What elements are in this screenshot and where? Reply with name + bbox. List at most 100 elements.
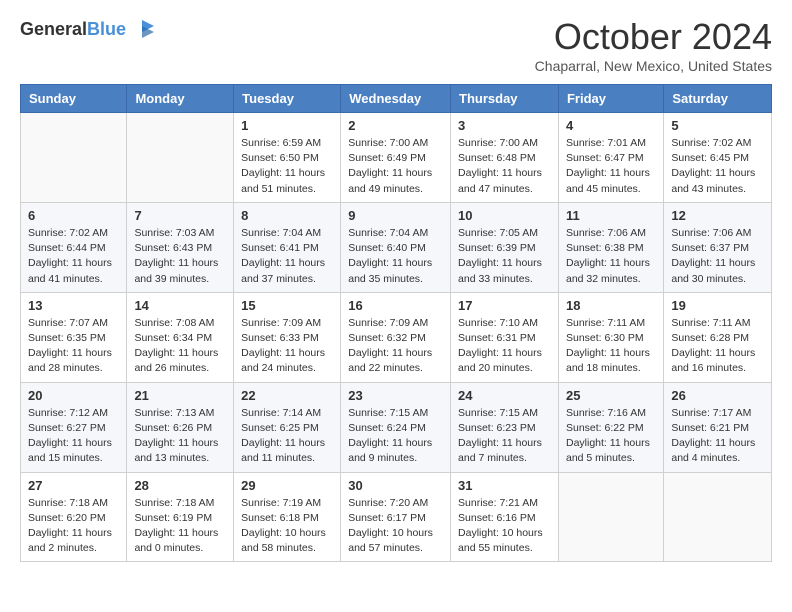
calendar-cell: 24 Sunrise: 7:15 AMSunset: 6:23 PMDayligh…: [451, 382, 559, 472]
day-number: 21: [134, 388, 226, 403]
calendar-cell: 1Sunrise: 6:59 AMSunset: 6:50 PMDaylight…: [234, 113, 341, 203]
day-info: Sunrise: 7:00 AMSunset: 6:48 PMDaylight:…: [458, 136, 551, 197]
calendar-cell: 22 Sunrise: 7:14 AMSunset: 6:25 PMDayligh…: [234, 382, 341, 472]
day-info: Sunrise: 7:17 AMSunset: 6:21 PMDaylight:…: [671, 406, 764, 467]
day-number: 31: [458, 478, 551, 493]
day-info: Sunrise: 7:02 AMSunset: 6:45 PMDaylight:…: [671, 136, 764, 197]
day-info: Sunrise: 7:05 AMSunset: 6:39 PMDaylight:…: [458, 226, 551, 287]
day-info: Sunrise: 7:04 AMSunset: 6:41 PMDaylight:…: [241, 226, 333, 287]
day-number: 26: [671, 388, 764, 403]
day-number: 25: [566, 388, 656, 403]
day-number: 1: [241, 118, 333, 133]
day-info: Sunrise: 7:13 AMSunset: 6:26 PMDaylight:…: [134, 406, 226, 467]
day-info: Sunrise: 7:18 AMSunset: 6:20 PMDaylight:…: [28, 496, 119, 557]
calendar-week-1: 1Sunrise: 6:59 AMSunset: 6:50 PMDaylight…: [21, 113, 772, 203]
day-info: Sunrise: 7:01 AMSunset: 6:47 PMDaylight:…: [566, 136, 656, 197]
day-number: 9: [348, 208, 443, 223]
calendar-cell: 21 Sunrise: 7:13 AMSunset: 6:26 PMDayligh…: [127, 382, 234, 472]
calendar-week-2: 6Sunrise: 7:02 AMSunset: 6:44 PMDaylight…: [21, 202, 772, 292]
day-number: 8: [241, 208, 333, 223]
calendar-cell: 23Sunrise: 7:15 AMSunset: 6:24 PMDayligh…: [341, 382, 451, 472]
calendar-cell: 30 Sunrise: 7:20 AMSunset: 6:17 PMDayligh…: [341, 472, 451, 562]
calendar-cell: 15 Sunrise: 7:09 AMSunset: 6:33 PMDayligh…: [234, 292, 341, 382]
day-info: Sunrise: 7:11 AMSunset: 6:28 PMDaylight:…: [671, 316, 764, 377]
day-info: Sunrise: 7:06 AMSunset: 6:37 PMDaylight:…: [671, 226, 764, 287]
calendar-cell: 20 Sunrise: 7:12 AMSunset: 6:27 PMDayligh…: [21, 382, 127, 472]
day-info: Sunrise: 7:10 AMSunset: 6:31 PMDaylight:…: [458, 316, 551, 377]
day-number: 30: [348, 478, 443, 493]
day-number: 2: [348, 118, 443, 133]
calendar-cell: 8 Sunrise: 7:04 AMSunset: 6:41 PMDaylight…: [234, 202, 341, 292]
logo-icon: [128, 16, 156, 44]
logo: GeneralBlue: [20, 16, 156, 44]
calendar-cell: 19Sunrise: 7:11 AMSunset: 6:28 PMDayligh…: [664, 292, 772, 382]
day-number: 16: [348, 298, 443, 313]
day-info: Sunrise: 7:09 AMSunset: 6:33 PMDaylight:…: [241, 316, 333, 377]
calendar-cell: 29Sunrise: 7:19 AMSunset: 6:18 PMDayligh…: [234, 472, 341, 562]
calendar-week-3: 13Sunrise: 7:07 AMSunset: 6:35 PMDayligh…: [21, 292, 772, 382]
day-number: 12: [671, 208, 764, 223]
calendar-cell: 4 Sunrise: 7:01 AMSunset: 6:47 PMDaylight…: [558, 113, 663, 203]
calendar-cell: 11 Sunrise: 7:06 AMSunset: 6:38 PMDayligh…: [558, 202, 663, 292]
calendar-cell: 18Sunrise: 7:11 AMSunset: 6:30 PMDayligh…: [558, 292, 663, 382]
calendar-header-tuesday: Tuesday: [234, 85, 341, 113]
day-number: 27: [28, 478, 119, 493]
day-number: 24: [458, 388, 551, 403]
calendar-cell: 14Sunrise: 7:08 AMSunset: 6:34 PMDayligh…: [127, 292, 234, 382]
calendar-cell: 2Sunrise: 7:00 AMSunset: 6:49 PMDaylight…: [341, 113, 451, 203]
page: GeneralBlue October 2024 Chaparral, New …: [0, 0, 792, 582]
day-number: 15: [241, 298, 333, 313]
day-info: Sunrise: 7:15 AMSunset: 6:23 PMDaylight:…: [458, 406, 551, 467]
calendar-cell: 5 Sunrise: 7:02 AMSunset: 6:45 PMDaylight…: [664, 113, 772, 203]
month-title: October 2024: [535, 16, 772, 58]
day-info: Sunrise: 7:14 AMSunset: 6:25 PMDaylight:…: [241, 406, 333, 467]
day-number: 5: [671, 118, 764, 133]
calendar-header-saturday: Saturday: [664, 85, 772, 113]
day-info: Sunrise: 7:06 AMSunset: 6:38 PMDaylight:…: [566, 226, 656, 287]
day-info: Sunrise: 7:12 AMSunset: 6:27 PMDaylight:…: [28, 406, 119, 467]
day-number: 18: [566, 298, 656, 313]
day-number: 11: [566, 208, 656, 223]
title-block: October 2024 Chaparral, New Mexico, Unit…: [535, 16, 772, 74]
calendar-cell: 27 Sunrise: 7:18 AMSunset: 6:20 PMDayligh…: [21, 472, 127, 562]
calendar-cell: [664, 472, 772, 562]
calendar-cell: 12 Sunrise: 7:06 AMSunset: 6:37 PMDayligh…: [664, 202, 772, 292]
calendar-cell: 9 Sunrise: 7:04 AMSunset: 6:40 PMDaylight…: [341, 202, 451, 292]
header: GeneralBlue October 2024 Chaparral, New …: [20, 16, 772, 74]
calendar-week-5: 27 Sunrise: 7:18 AMSunset: 6:20 PMDayligh…: [21, 472, 772, 562]
calendar-cell: 28Sunrise: 7:18 AMSunset: 6:19 PMDayligh…: [127, 472, 234, 562]
calendar-header-monday: Monday: [127, 85, 234, 113]
day-number: 13: [28, 298, 119, 313]
calendar-cell: 26 Sunrise: 7:17 AMSunset: 6:21 PMDayligh…: [664, 382, 772, 472]
day-info: Sunrise: 7:04 AMSunset: 6:40 PMDaylight:…: [348, 226, 443, 287]
calendar-cell: [21, 113, 127, 203]
day-info: Sunrise: 7:02 AMSunset: 6:44 PMDaylight:…: [28, 226, 119, 287]
calendar-cell: 25 Sunrise: 7:16 AMSunset: 6:22 PMDayligh…: [558, 382, 663, 472]
calendar-table: SundayMondayTuesdayWednesdayThursdayFrid…: [20, 84, 772, 562]
calendar-header-sunday: Sunday: [21, 85, 127, 113]
calendar-cell: [127, 113, 234, 203]
day-info: Sunrise: 7:03 AMSunset: 6:43 PMDaylight:…: [134, 226, 226, 287]
day-info: Sunrise: 7:21 AMSunset: 6:16 PMDaylight:…: [458, 496, 551, 557]
day-number: 23: [348, 388, 443, 403]
calendar-cell: 16 Sunrise: 7:09 AMSunset: 6:32 PMDayligh…: [341, 292, 451, 382]
day-info: Sunrise: 7:18 AMSunset: 6:19 PMDaylight:…: [134, 496, 226, 557]
calendar-header-row: SundayMondayTuesdayWednesdayThursdayFrid…: [21, 85, 772, 113]
day-number: 20: [28, 388, 119, 403]
day-number: 10: [458, 208, 551, 223]
day-number: 22: [241, 388, 333, 403]
calendar-week-4: 20 Sunrise: 7:12 AMSunset: 6:27 PMDayligh…: [21, 382, 772, 472]
day-info: Sunrise: 7:09 AMSunset: 6:32 PMDaylight:…: [348, 316, 443, 377]
day-info: Sunrise: 7:16 AMSunset: 6:22 PMDaylight:…: [566, 406, 656, 467]
calendar-header-wednesday: Wednesday: [341, 85, 451, 113]
calendar-cell: 3 Sunrise: 7:00 AMSunset: 6:48 PMDaylight…: [451, 113, 559, 203]
calendar-cell: 6Sunrise: 7:02 AMSunset: 6:44 PMDaylight…: [21, 202, 127, 292]
day-number: 3: [458, 118, 551, 133]
day-info: Sunrise: 7:08 AMSunset: 6:34 PMDaylight:…: [134, 316, 226, 377]
day-info: Sunrise: 7:20 AMSunset: 6:17 PMDaylight:…: [348, 496, 443, 557]
calendar-cell: [558, 472, 663, 562]
calendar-cell: 10 Sunrise: 7:05 AMSunset: 6:39 PMDayligh…: [451, 202, 559, 292]
day-number: 4: [566, 118, 656, 133]
calendar-header-friday: Friday: [558, 85, 663, 113]
calendar-cell: 31 Sunrise: 7:21 AMSunset: 6:16 PMDayligh…: [451, 472, 559, 562]
